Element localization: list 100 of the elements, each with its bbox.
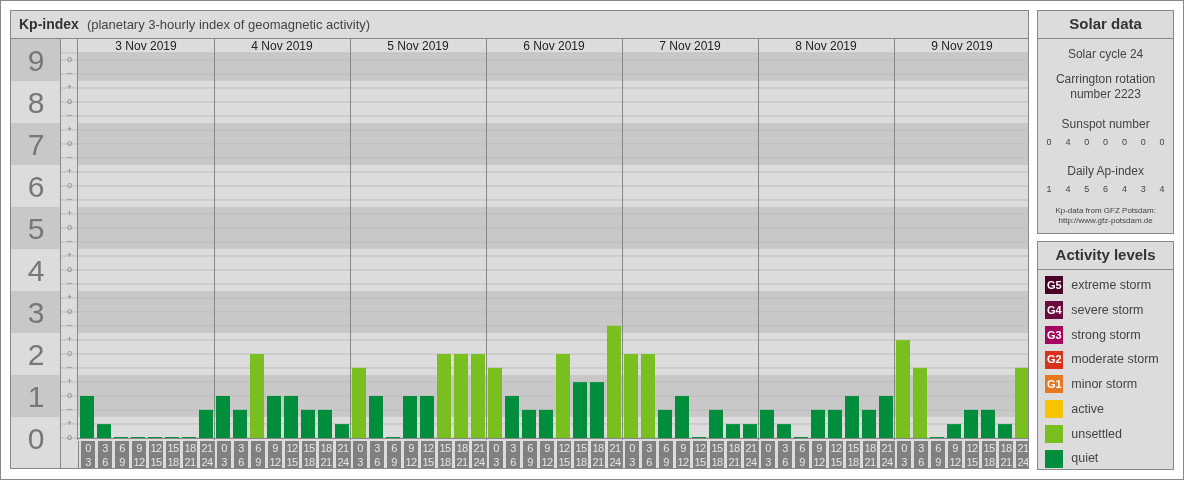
source-note: Kp-data from GFZ Potsdam:	[1055, 206, 1156, 216]
sunspot-value: 0	[1084, 136, 1090, 149]
hour-label: 12 15	[285, 441, 299, 468]
level-badge: G1	[1045, 375, 1064, 394]
hour-label: 3 6	[370, 441, 384, 468]
axis-label: −	[66, 320, 73, 330]
hour-label: 0 3	[897, 441, 911, 468]
hour-label: 21 24	[336, 441, 350, 468]
axis-label: −	[66, 110, 73, 120]
axis-label: +	[66, 208, 73, 218]
date-label: 3 Nov 2019	[115, 39, 177, 53]
date-label: 4 Nov 2019	[251, 39, 313, 53]
ap-value: 4	[1121, 182, 1127, 196]
axis-label: 8	[27, 86, 45, 119]
sunspot-value: 4	[1065, 136, 1071, 149]
axis-label: +	[66, 376, 73, 386]
level-label: strong storm	[1071, 326, 1141, 344]
hour-label: 21 24	[608, 441, 622, 468]
ap-value: 4	[1065, 182, 1071, 196]
axis-label: o	[67, 348, 72, 358]
sunspot-value: 0	[1046, 136, 1052, 149]
sunspot-label: Sunspot number	[1061, 116, 1150, 133]
panel-title: Activity levels	[1038, 242, 1173, 270]
hour-label: 0 3	[217, 441, 231, 468]
date-label: 9 Nov 2019	[931, 39, 993, 53]
axis-label: +	[66, 292, 73, 302]
hour-label: 9 12	[812, 441, 826, 468]
hour-label: 12 15	[421, 441, 435, 468]
hour-label: 15 18	[982, 441, 996, 468]
hour-label: 21 24	[200, 441, 214, 468]
hour-label: 0 3	[353, 441, 367, 468]
chart-title: Kp-index	[19, 15, 79, 34]
panel-title: Solar data	[1038, 11, 1173, 39]
hour-label: 3 6	[642, 441, 656, 468]
hour-label: 3 6	[98, 441, 112, 468]
hour-label: 12 15	[149, 441, 163, 468]
date-label: 6 Nov 2019	[523, 39, 585, 53]
level-label: active	[1071, 400, 1104, 418]
hour-label: 12 15	[965, 441, 979, 468]
ap-label: Daily Ap-index	[1067, 162, 1144, 180]
hour-label: 6 9	[387, 441, 401, 468]
hour-label: 0 3	[625, 441, 639, 468]
chart-subtitle: (planetary 3-hourly index of geomagnetic activity)	[86, 15, 371, 34]
axis-label: 3	[27, 296, 45, 329]
carrington-rotation: Carrington rotation number 2223	[1054, 72, 1157, 102]
hour-label: 3 6	[914, 441, 928, 468]
level-label: quiet	[1071, 450, 1099, 468]
hour-label: 12 15	[693, 441, 707, 468]
level-label: severe storm	[1071, 301, 1144, 319]
hour-label: 9 12	[676, 441, 690, 468]
axis-label: o	[67, 138, 72, 148]
hour-label: 6 9	[251, 441, 265, 468]
axis-label: o	[67, 180, 72, 190]
level-badge: G2	[1045, 350, 1064, 369]
axis-label: +	[66, 82, 73, 92]
hour-label: 18 21	[999, 441, 1013, 468]
hour-label: 15 18	[166, 441, 180, 468]
level-badge: G3	[1045, 325, 1064, 344]
axis-label: 1	[27, 380, 45, 413]
hour-label: 6 9	[931, 441, 945, 468]
axis-label: +	[66, 166, 73, 176]
level-badge: G4	[1045, 301, 1064, 320]
axis-label: −	[66, 194, 73, 204]
ap-value: 5	[1084, 182, 1090, 196]
hour-label: 6 9	[795, 441, 809, 468]
hour-label: 21 24	[1016, 441, 1029, 468]
hour-label: 9 12	[268, 441, 282, 468]
axis-label: +	[66, 250, 73, 260]
hour-label: 3 6	[778, 441, 792, 468]
axis-label: +	[66, 418, 73, 428]
axis-label: 6	[27, 170, 45, 203]
hour-label: 12 15	[557, 441, 571, 468]
hour-label: 12 15	[829, 441, 843, 468]
axis-label: −	[66, 152, 73, 162]
source-link[interactable]: http://www.gfz-potsdam.de	[1058, 216, 1153, 226]
hour-label: 3 6	[506, 441, 520, 468]
axis-label: o	[67, 96, 72, 106]
hour-label: 15 18	[302, 441, 316, 468]
hour-label: 9 12	[132, 441, 146, 468]
ap-value: 1	[1046, 182, 1052, 196]
hour-label: 18 21	[591, 441, 605, 468]
ap-value: 4	[1159, 182, 1165, 196]
axis-label: o	[67, 264, 72, 274]
hour-label: 0 3	[489, 441, 503, 468]
solar-cycle: Solar cycle 24	[1067, 46, 1144, 63]
axis-label: o	[67, 54, 72, 64]
level-label: extreme storm	[1071, 277, 1152, 294]
hour-label: 18 21	[863, 441, 877, 468]
hour-label: 21 24	[880, 441, 894, 468]
axis-label: 9	[27, 44, 45, 77]
hour-label: 6 9	[659, 441, 673, 468]
hour-label: 15 18	[438, 441, 452, 468]
hour-label: 3 6	[234, 441, 248, 468]
hour-label: 21 24	[744, 441, 758, 468]
axis-label: 4	[27, 254, 45, 287]
hour-label: 9 12	[404, 441, 418, 468]
axis-label: +	[66, 124, 73, 134]
axis-label: 7	[27, 128, 45, 161]
level-label: moderate storm	[1071, 351, 1159, 369]
sunspot-value: 0	[1140, 136, 1146, 149]
